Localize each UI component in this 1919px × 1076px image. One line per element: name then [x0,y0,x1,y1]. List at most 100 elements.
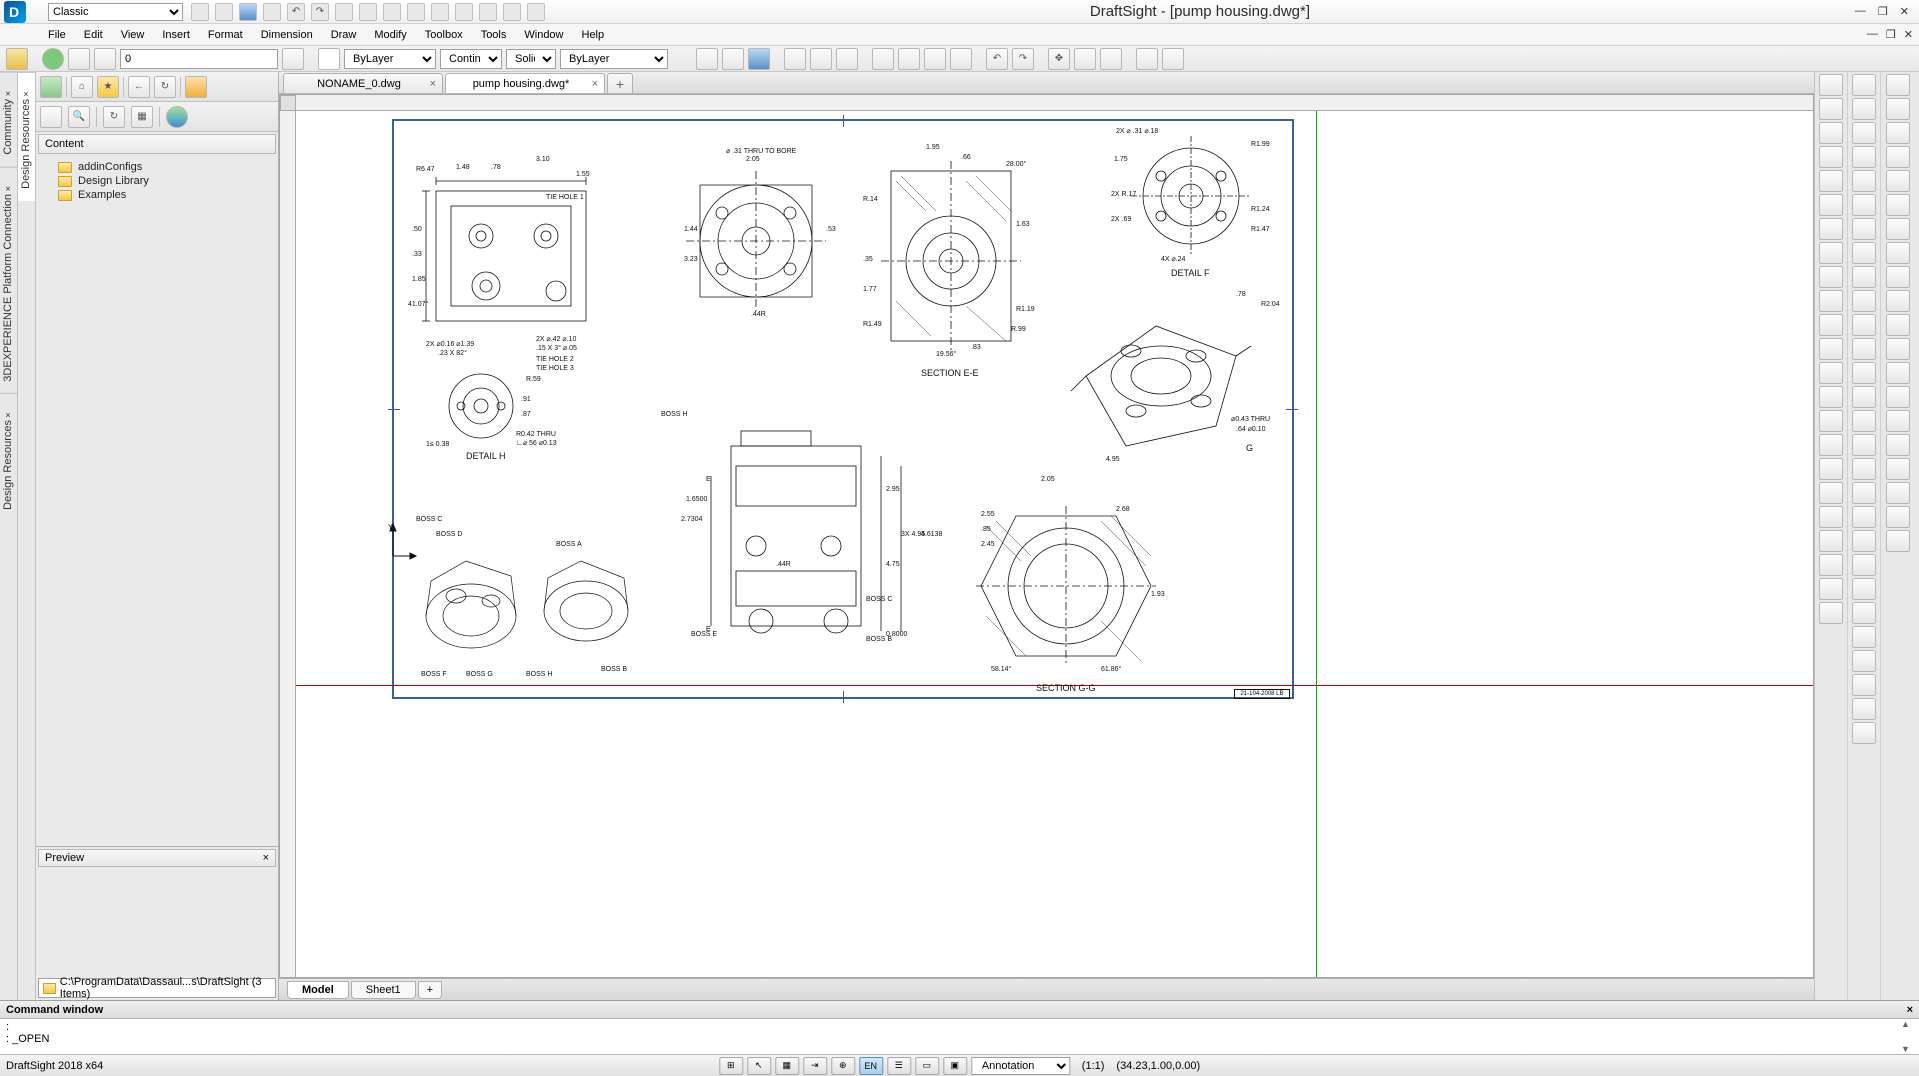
status-model-icon[interactable]: ▣ [943,1057,967,1075]
makeblock-icon[interactable] [1819,338,1843,360]
block-icon[interactable] [431,3,449,21]
gradient-icon[interactable] [1819,386,1843,408]
tb-zoom-icon[interactable] [1074,48,1096,70]
dim-arc-icon[interactable] [1886,122,1910,144]
dim-linear-icon[interactable] [1886,74,1910,96]
tab-close-icon[interactable]: × [430,78,436,90]
tb-undo-icon[interactable]: ↶ [986,48,1008,70]
find-icon[interactable] [503,3,521,21]
misc2-icon[interactable] [1852,674,1876,696]
mirror-icon[interactable] [1852,122,1876,144]
layer-states-icon[interactable] [282,48,304,70]
note2-icon[interactable] [1819,482,1843,504]
new-tab-button[interactable]: + [607,73,633,93]
status-lwt-icon[interactable]: ▭ [915,1057,939,1075]
workspace-select[interactable]: Classic [48,3,183,21]
explode-icon[interactable] [1852,434,1876,456]
new-icon[interactable] [191,3,209,21]
dim-angular-icon[interactable] [1886,242,1910,264]
doc-maximize-button[interactable]: ❐ [1886,28,1896,41]
tb-matchprops-icon[interactable] [950,48,972,70]
align-icon[interactable] [1852,554,1876,576]
side-search-icon[interactable]: 🔍 [68,106,90,128]
edithatch-icon[interactable] [1852,458,1876,480]
close-button[interactable]: ✕ [1900,5,1909,18]
misc4-icon[interactable] [1852,722,1876,744]
join-icon[interactable] [1852,362,1876,384]
dim-icon[interactable] [455,3,473,21]
edit-icon[interactable] [383,3,401,21]
dim-baseline-icon[interactable] [1886,266,1910,288]
tab-close-icon[interactable]: × [592,78,598,90]
tree-item-designlibrary[interactable]: Design Library [42,174,272,188]
editspline-icon[interactable] [1852,506,1876,528]
dim-diameter-icon[interactable] [1886,218,1910,240]
options-icon[interactable] [527,3,545,21]
rotate-icon[interactable] [1852,218,1876,240]
path-bar[interactable]: C:\ProgramData\Dassaul...s\DraftSight (3… [38,978,276,998]
dim-jogged-icon[interactable] [1886,194,1910,216]
doc-minimize-button[interactable]: — [1867,28,1878,41]
tb-new-icon[interactable] [696,48,718,70]
preview-close-icon[interactable]: × [263,852,269,864]
dimedit-icon[interactable] [1886,458,1910,480]
arc-icon[interactable] [1819,170,1843,192]
rectangle-icon[interactable] [1819,146,1843,168]
side-globe-icon[interactable] [166,106,188,128]
xref-icon[interactable] [479,3,497,21]
edittext-icon[interactable] [1852,530,1876,552]
inspect-icon[interactable] [1886,410,1910,432]
tab-community[interactable]: Community× [0,72,17,167]
point-icon[interactable] [1819,506,1843,528]
donut-icon[interactable] [1819,602,1843,624]
jogline-icon[interactable] [1886,434,1910,456]
menu-dimension[interactable]: Dimension [253,27,321,43]
status-snap-icon[interactable]: ⊞ [719,1057,743,1075]
menu-window[interactable]: Window [516,27,571,43]
dim-ordinate-icon[interactable] [1886,146,1910,168]
layer-locked-icon[interactable] [94,48,116,70]
tb-pan-icon[interactable]: ✥ [1048,48,1070,70]
editpolyline-icon[interactable] [1852,482,1876,504]
centermark-icon[interactable] [1886,386,1910,408]
drawing-content[interactable]: R6.47 1.48 .78 3.10 1.55 .50 .33 1.85 41… [296,111,1813,977]
erase-icon[interactable] [335,3,353,21]
resource-tree[interactable]: addinConfigs Design Library Examples [36,156,278,846]
tab-design-resources-active[interactable]: Design Resources× [18,72,35,201]
side-refresh-icon[interactable]: ↻ [103,106,125,128]
offset-icon[interactable] [1852,146,1876,168]
side-back-icon[interactable]: ← [128,76,150,98]
erase-icon[interactable] [1852,74,1876,96]
menu-edit[interactable]: Edit [76,27,111,43]
layer-frozen-icon[interactable] [68,48,90,70]
insertblock-icon[interactable] [1819,314,1843,336]
tb-printpreview-icon[interactable] [810,48,832,70]
polygon-icon[interactable] [1819,122,1843,144]
polyline-icon[interactable] [1819,98,1843,120]
misc3-icon[interactable] [1852,698,1876,720]
dim-continue-icon[interactable] [1886,290,1910,312]
fillet-icon[interactable] [1852,410,1876,432]
stretch-icon[interactable] [1852,266,1876,288]
dim-space-icon[interactable] [1886,314,1910,336]
menu-file[interactable]: File [40,27,74,43]
line-icon[interactable] [1819,74,1843,96]
status-grid-icon[interactable]: ▦ [775,1057,799,1075]
menu-draw[interactable]: Draw [323,27,365,43]
print-icon[interactable] [263,3,281,21]
status-cursor-icon[interactable]: ↖ [747,1057,771,1075]
array-icon[interactable] [1852,170,1876,192]
drawing-viewport[interactable]: R6.47 1.48 .78 3.10 1.55 .50 .33 1.85 41… [279,94,1814,978]
doc-close-button[interactable]: ✕ [1904,28,1913,41]
tb-redo-icon[interactable]: ↷ [1012,48,1034,70]
side-favorites-icon[interactable]: ★ [97,76,119,98]
circle-icon[interactable] [1819,194,1843,216]
status-polar-icon[interactable]: ⊕ [831,1057,855,1075]
tb-open-icon[interactable] [722,48,744,70]
dim-break-icon[interactable] [1886,338,1910,360]
break-icon[interactable] [1852,338,1876,360]
tb-save-icon[interactable] [748,48,770,70]
note-icon[interactable] [359,3,377,21]
status-osnap-icon[interactable]: EN [859,1057,883,1075]
lineweight-select[interactable]: Solid line [506,49,556,69]
